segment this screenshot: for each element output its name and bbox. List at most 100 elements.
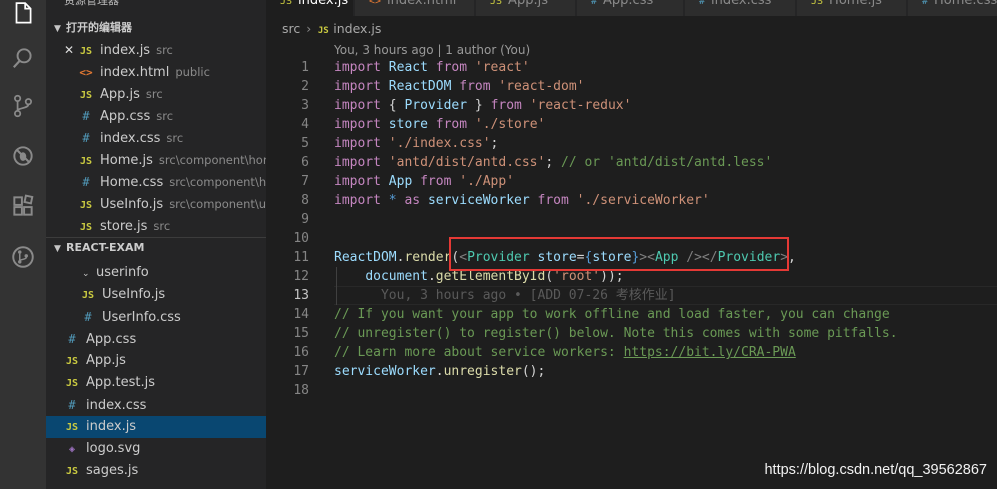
tree-item-name: index.css [86, 398, 147, 413]
punct-token: } [467, 98, 483, 113]
git-blame-annotation: You, 3 hours ago • [ADD 07-26 考核作业] [380, 288, 676, 303]
open-editor-name: Home.css [100, 175, 164, 190]
html-file-icon: <> [369, 0, 382, 7]
line-number: 1 [301, 60, 309, 75]
comment-token: // If you want your app to work offline … [334, 307, 890, 322]
chevron-down-icon: ⌄ [82, 269, 90, 279]
open-editor-item-index-html[interactable]: <> index.html public [46, 61, 266, 83]
tree-item-userinfo-css[interactable]: # UserInfo.css [46, 306, 266, 328]
open-editor-item-home-js[interactable]: JS Home.js src\component\home [46, 149, 266, 171]
code-line-13: You, 3 hours ago • [ADD 07-26 考核作业] [334, 286, 676, 305]
tree-item-app-css[interactable]: # App.css [46, 328, 266, 350]
code-line-8: import * as serviceWorker from './servic… [334, 191, 710, 210]
code-line-1: import React from 'react' [334, 58, 530, 77]
tree-item-index-js[interactable]: JS index.js [46, 416, 266, 438]
keyword-token: from [420, 174, 452, 189]
identifier-token: document [365, 269, 428, 284]
js-file-icon: JS [81, 290, 95, 301]
breadcrumb-separator: › [306, 21, 312, 36]
identifier-token: App [388, 174, 413, 189]
keyword-token: import [334, 117, 381, 132]
tree-item-app-test-js[interactable]: JS App.test.js [46, 372, 266, 394]
open-editor-path: src\component\us... [169, 197, 266, 211]
string-token: 'react-redux' [529, 98, 632, 113]
codelens-author[interactable]: You, 3 hours ago | 1 author (You) [334, 40, 530, 60]
punct-token: ) [607, 269, 616, 284]
close-icon[interactable]: ✕ [64, 39, 78, 61]
open-editor-name: Home.js [100, 153, 153, 168]
keyword-token: from [490, 98, 522, 113]
tree-item-app-js[interactable]: JS App.js [46, 350, 266, 372]
code-line-6: import 'antd/dist/antd.css'; // or 'antd… [334, 153, 772, 172]
line-number-current: 13 [293, 288, 309, 303]
keyword-token: from [435, 117, 468, 132]
breadcrumb-folder[interactable]: src [282, 21, 300, 36]
tab-index-js[interactable]: JS index.js [266, 0, 354, 16]
tree-item-name: logo.svg [86, 441, 141, 456]
keyword-token: import [334, 155, 381, 170]
tree-item-logo-svg[interactable]: ◈ logo.svg [46, 438, 266, 460]
string-token: 'antd/dist/antd.css' [388, 155, 546, 170]
string-token: './store' [474, 117, 546, 132]
tab-index-html[interactable]: <> index.html [355, 0, 475, 16]
identifier-token: ReactDOM [334, 250, 397, 265]
punct-token: , [788, 250, 796, 265]
files-icon[interactable] [0, 0, 46, 34]
open-editor-item-index-js[interactable]: ✕ JS index.js src [46, 39, 266, 61]
js-file-icon: JS [65, 378, 79, 389]
tab-index-css[interactable]: # index.css [685, 0, 796, 16]
tree-item-name: App.test.js [86, 375, 156, 390]
comment-link[interactable]: https://bit.ly/CRA-PWA [624, 345, 796, 360]
line-number: 15 [293, 326, 309, 341]
css-file-icon: # [82, 109, 90, 123]
open-editor-item-store-js[interactable]: JS store.js src [46, 215, 266, 237]
tree-item-index-css[interactable]: # index.css [46, 394, 266, 416]
code-line-17: serviceWorker.unregister(); [334, 362, 545, 381]
tree-item-name: index.js [86, 419, 137, 434]
string-token: 'react' [474, 60, 530, 75]
js-file-icon: JS [79, 90, 93, 101]
source-control-icon[interactable] [0, 86, 46, 126]
open-editors-header[interactable]: ▼ 打开的编辑器 [46, 18, 266, 38]
editor-tab-bar: JS index.js <> index.html JS App.js # App.cs… [266, 0, 997, 16]
debug-icon[interactable] [0, 136, 46, 176]
breadcrumb-file[interactable]: index.js [333, 21, 381, 36]
tree-item-useinfo-js[interactable]: JS UseInfo.js [46, 284, 266, 306]
tab-label: index.css [711, 0, 772, 8]
identifier-token: Provider [404, 98, 468, 113]
keyword-token: import [334, 79, 381, 94]
function-token: getElementById [435, 269, 546, 284]
js-file-icon: JS [65, 466, 79, 477]
extensions-icon[interactable] [0, 186, 46, 226]
open-editor-name: index.js [100, 43, 151, 58]
open-editor-path: src\component\h... [169, 175, 266, 189]
tab-home-css[interactable]: # Home.css [908, 0, 997, 16]
tab-app-js[interactable]: JS App.js [476, 0, 576, 16]
open-editor-item-useinfo-js[interactable]: JS UseInfo.js src\component\us... [46, 193, 266, 215]
explorer-sidebar: 资源管理器 ▼ 打开的编辑器 ✕ JS index.js src <> index.htm… [46, 0, 266, 489]
identifier-token: ReactDOM [388, 79, 452, 94]
folder-userinfo[interactable]: ⌄ userinfo [46, 262, 266, 284]
watermark-text: https://blog.csdn.net/qq_39562867 [764, 462, 987, 478]
line-number: 3 [301, 98, 309, 113]
tree-item-sages-js[interactable]: JS sages.js [46, 460, 266, 482]
js-file-icon: JS [65, 422, 79, 433]
open-editor-path: src\component\home [158, 153, 266, 167]
code-line-3: import { Provider } from 'react-redux' [334, 96, 631, 115]
annotation-highlight-box [449, 237, 789, 271]
tab-home-js[interactable]: JS Home.js [797, 0, 907, 16]
string-token: './serviceWorker' [576, 193, 710, 208]
css-file-icon: # [82, 131, 90, 145]
open-editor-path: public [175, 65, 210, 79]
remote-icon[interactable] [0, 237, 46, 277]
identifier-token: React [388, 60, 428, 75]
punct-token: (); [521, 364, 546, 379]
search-icon[interactable] [0, 38, 46, 78]
open-editor-item-index-css[interactable]: # index.css src [46, 127, 266, 149]
tab-app-css[interactable]: # App.css [577, 0, 684, 16]
open-editor-item-app-js[interactable]: JS App.js src [46, 83, 266, 105]
open-editor-item-app-css[interactable]: # App.css src [46, 105, 266, 127]
project-header[interactable]: ▼ REACT-EXAM [46, 237, 266, 258]
open-editor-item-home-css[interactable]: # Home.css src\component\h... [46, 171, 266, 193]
punct-token: ; [490, 136, 499, 151]
